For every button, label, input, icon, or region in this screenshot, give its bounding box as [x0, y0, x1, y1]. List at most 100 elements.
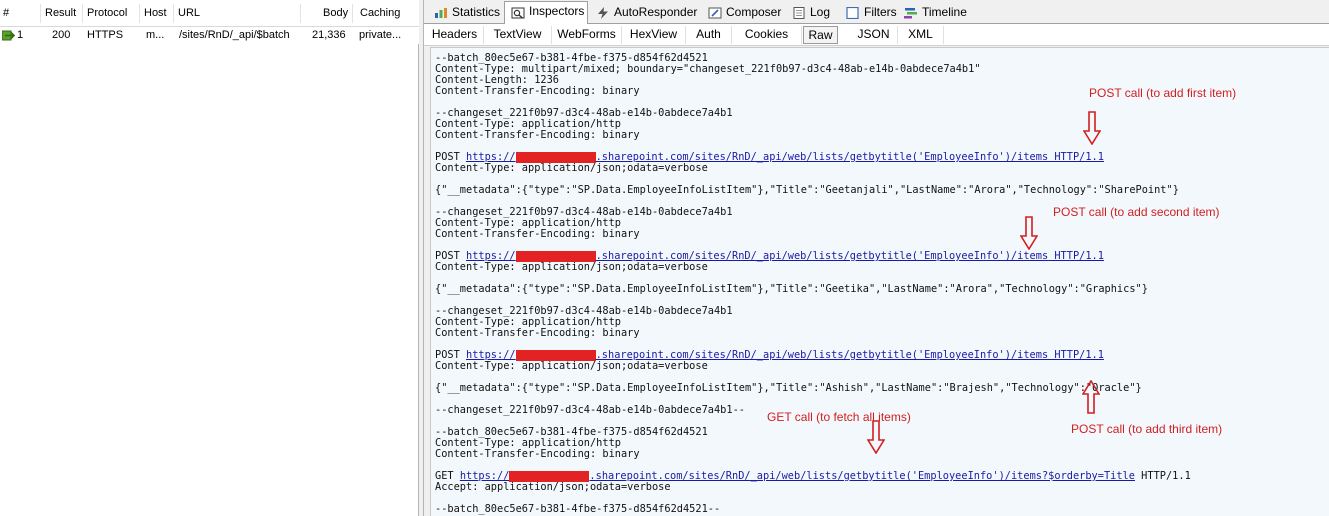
url-scheme: https:// — [459, 470, 510, 482]
raw-line: Content-Type: application/http — [435, 437, 621, 449]
url-path: .sharepoint.com/sites/RnD/_api/web/lists… — [595, 349, 1104, 361]
raw-line: Content-Type: application/http — [435, 316, 621, 328]
subtab-webforms[interactable]: WebForms — [552, 26, 622, 44]
column-header-url[interactable]: URL — [178, 7, 200, 19]
session-host: m... — [146, 29, 165, 41]
column-header-caching[interactable]: Caching — [360, 7, 400, 19]
tab-inspectors[interactable]: Inspectors — [504, 1, 588, 25]
annotation-post-first: POST call (to add first item) — [1089, 86, 1237, 100]
composer-icon — [708, 7, 722, 19]
http-method: POST — [435, 151, 466, 163]
column-divider[interactable] — [300, 4, 301, 23]
column-divider[interactable] — [82, 4, 83, 23]
request-url-link[interactable]: https:// .sharepoint.com/sites/RnD/_api/w… — [466, 151, 1104, 163]
raw-line: Content-Transfer-Encoding: binary — [435, 228, 640, 240]
session-id: 1 — [17, 29, 24, 41]
url-scheme: https:// — [466, 250, 516, 262]
http-version: HTTP/1.1 — [1134, 470, 1191, 482]
raw-line: --changeset_221f0b97-d3c4-48ab-e14b-0abd… — [435, 404, 745, 416]
checkbox-icon — [846, 7, 859, 19]
subtab-xml[interactable]: XML — [898, 26, 944, 44]
subtab-headers[interactable]: Headers — [426, 26, 484, 44]
tab-autoresponder[interactable]: AutoResponder — [590, 3, 700, 24]
request-url-link[interactable]: https:// .sharepoint.com/sites/RnD/_api/w… — [466, 250, 1104, 262]
session-list: # Result Protocol Host URL Body Caching … — [0, 0, 419, 516]
tab-label: Composer — [726, 5, 782, 19]
raw-line: Content-Type: multipart/mixed; boundary=… — [435, 63, 981, 75]
session-list-header: # Result Protocol Host URL Body Caching — [0, 0, 419, 27]
raw-line: Content-Transfer-Encoding: binary — [435, 85, 640, 97]
raw-line: Content-Length: 1236 — [435, 74, 559, 86]
column-header-number[interactable]: # — [3, 7, 9, 19]
subtab-auth[interactable]: Auth — [686, 26, 732, 44]
raw-line: Content-Type: application/json;odata=ver… — [435, 261, 708, 273]
http-method: POST — [435, 349, 466, 361]
column-divider[interactable] — [40, 4, 41, 23]
redacted-host-block — [509, 471, 590, 482]
url-path: .sharepoint.com/sites/RnD/_api/web/lists… — [589, 470, 1135, 482]
raw-line: --changeset_221f0b97-d3c4-48ab-e14b-0abd… — [435, 107, 733, 119]
session-body: 21,336 — [312, 29, 346, 41]
request-url-link[interactable]: https:// .sharepoint.com/sites/RnD/_api/w… — [466, 349, 1104, 361]
session-caching: private... — [359, 29, 402, 41]
raw-line: --batch_80ec5e67-b381-4fbe-f375-d854f62d… — [435, 503, 721, 515]
subtab-raw[interactable]: Raw — [803, 26, 838, 44]
column-divider[interactable] — [352, 4, 353, 23]
request-url-link[interactable]: https:// .sharepoint.com/sites/RnD/_api/w… — [460, 470, 1135, 482]
url-path: .sharepoint.com/sites/RnD/_api/web/lists… — [595, 151, 1104, 163]
statistics-icon — [435, 8, 447, 18]
tab-label: Filters — [864, 5, 897, 19]
request-line: POST https:// .sharepoint.com/sites/RnD/_… — [435, 251, 1104, 262]
subtab-json[interactable]: JSON — [850, 26, 898, 44]
column-divider[interactable] — [139, 4, 140, 23]
tab-filters[interactable]: Filters — [840, 3, 897, 24]
raw-request-body[interactable]: --batch_80ec5e67-b381-4fbe-f375-d854f62d… — [430, 47, 1329, 516]
raw-line: --changeset_221f0b97-d3c4-48ab-e14b-0abd… — [435, 305, 733, 317]
timeline-icon — [904, 8, 917, 19]
redacted-host-block — [515, 152, 596, 163]
subtab-textview[interactable]: TextView — [484, 26, 552, 44]
raw-line: {"__metadata":{"type":"SP.Data.EmployeeI… — [435, 283, 1148, 295]
log-icon — [793, 7, 805, 19]
redacted-host-block — [515, 251, 596, 262]
raw-line: Content-Transfer-Encoding: binary — [435, 327, 640, 339]
annotation-post-third: POST call (to add third item) — [1071, 422, 1223, 436]
inspector-sub-tabs: Headers TextView WebForms HexView Auth C… — [424, 24, 1329, 46]
raw-line: {"__metadata":{"type":"SP.Data.EmployeeI… — [435, 184, 1179, 196]
inspector-pane: Statistics Inspectors AutoResponder Comp… — [424, 0, 1329, 516]
column-header-body[interactable]: Body — [323, 7, 348, 19]
column-header-host[interactable]: Host — [144, 7, 167, 19]
subtab-cookies[interactable]: Cookies — [732, 26, 802, 44]
annotation-get-all: GET call (to fetch all items) — [767, 410, 911, 424]
raw-line: {"__metadata":{"type":"SP.Data.EmployeeI… — [435, 382, 1142, 394]
raw-line: --batch_80ec5e67-b381-4fbe-f375-d854f62d… — [435, 426, 708, 438]
down-arrow-icon — [1020, 216, 1038, 250]
raw-line: Content-Type: application/http — [435, 118, 621, 130]
raw-line: Accept: application/json;odata=verbose — [435, 481, 671, 493]
raw-line: --batch_80ec5e67-b381-4fbe-f375-d854f62d… — [435, 52, 708, 64]
subtab-hexview[interactable]: HexView — [622, 26, 686, 44]
url-path: .sharepoint.com/sites/RnD/_api/web/lists… — [595, 250, 1104, 262]
raw-line: Content-Type: application/http — [435, 217, 621, 229]
tab-log[interactable]: Log — [786, 3, 838, 24]
column-header-result[interactable]: Result — [45, 7, 76, 19]
column-divider[interactable] — [173, 4, 174, 23]
raw-line: Content-Transfer-Encoding: binary — [435, 448, 640, 460]
session-row[interactable]: 1 200 HTTPS m... /sites/RnD/_api/$batch … — [0, 27, 419, 44]
tab-label: Inspectors — [529, 4, 585, 18]
down-arrow-icon — [867, 420, 885, 454]
tab-statistics[interactable]: Statistics — [428, 3, 503, 24]
session-url: /sites/RnD/_api/$batch — [179, 29, 290, 41]
tab-timeline[interactable]: Timeline — [898, 3, 967, 24]
column-header-protocol[interactable]: Protocol — [87, 7, 127, 19]
request-line: GET https:// .sharepoint.com/sites/RnD/_a… — [435, 471, 1191, 482]
inspectors-icon — [511, 7, 525, 19]
tab-label: AutoResponder — [614, 5, 698, 19]
raw-line: Content-Transfer-Encoding: binary — [435, 129, 640, 141]
tab-composer[interactable]: Composer — [702, 3, 784, 24]
session-protocol: HTTPS — [87, 29, 124, 41]
tab-label: Statistics — [452, 5, 501, 19]
url-scheme: https:// — [466, 349, 516, 361]
main-tab-strip: Statistics Inspectors AutoResponder Comp… — [424, 0, 1329, 25]
up-arrow-icon — [1082, 380, 1100, 414]
